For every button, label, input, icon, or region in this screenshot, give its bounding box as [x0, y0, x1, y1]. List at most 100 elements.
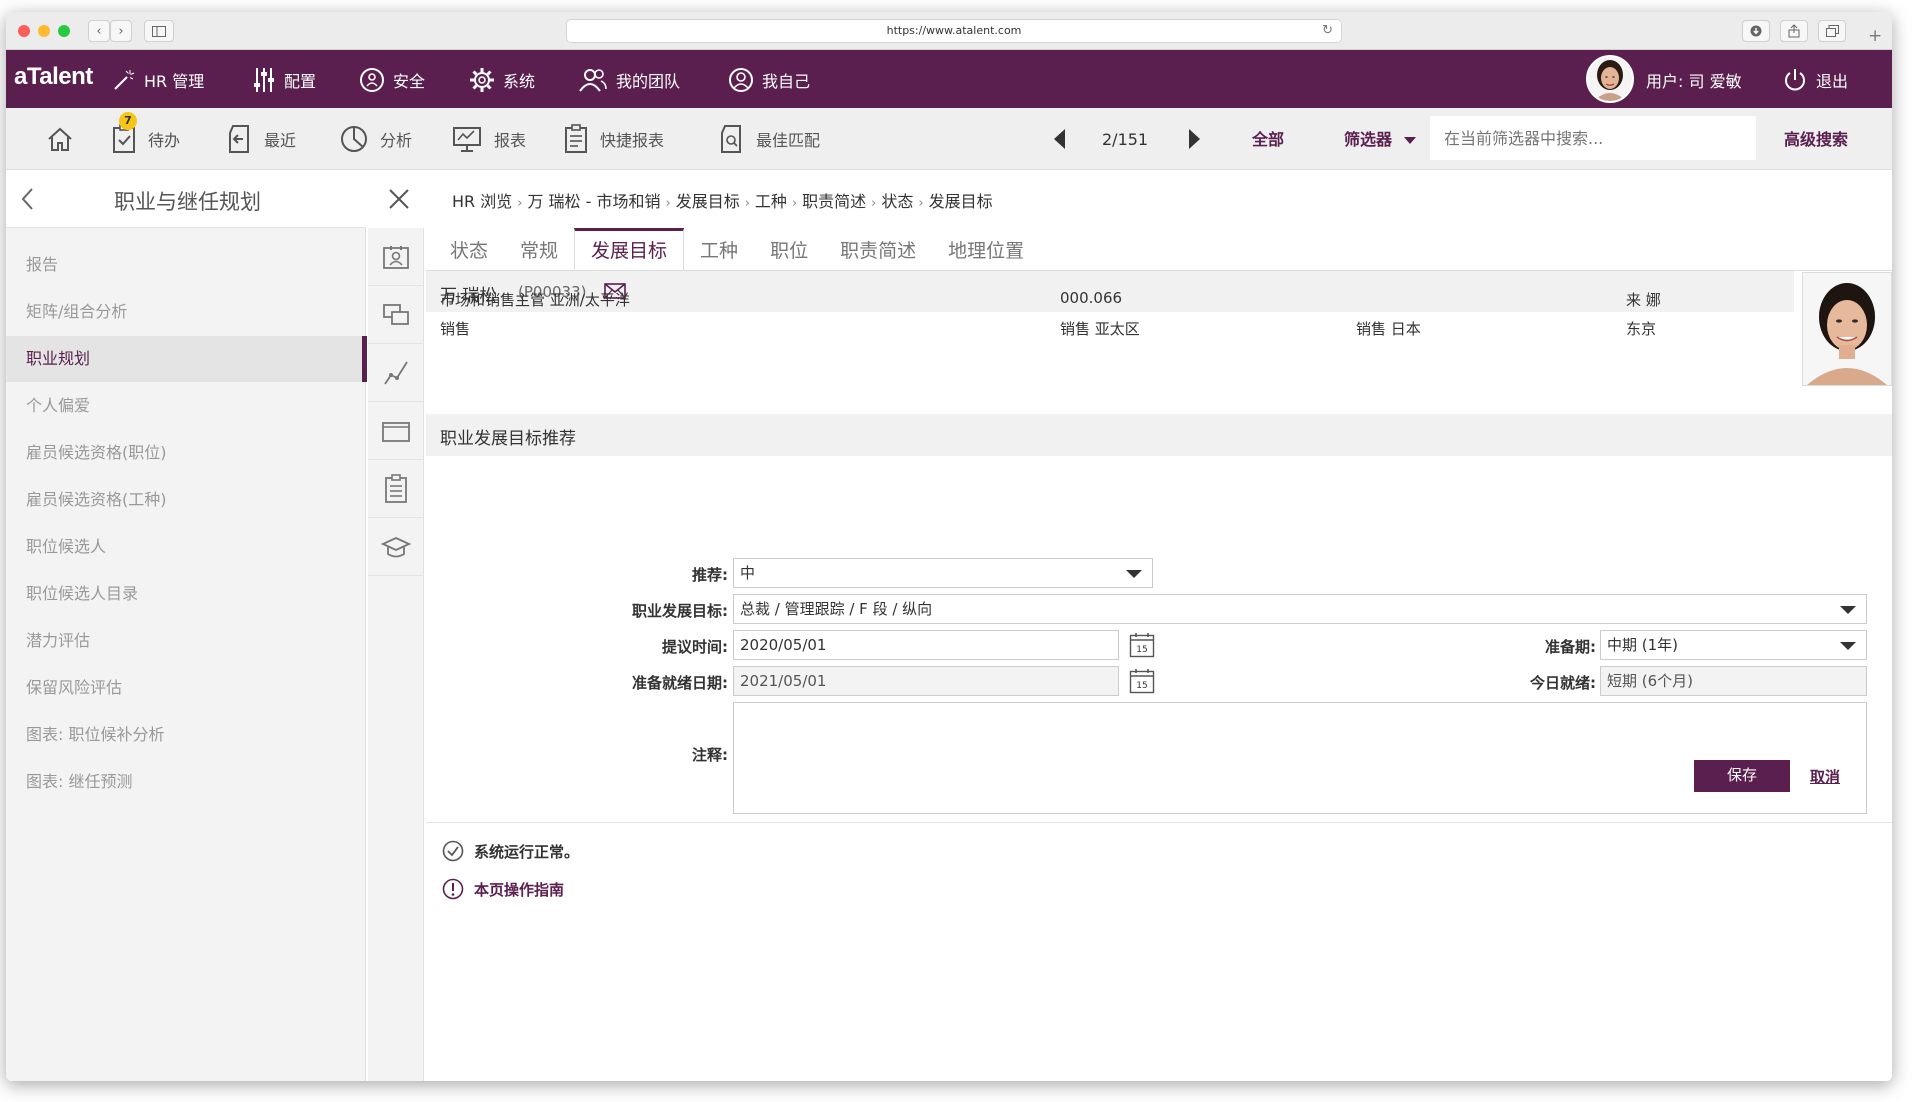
breadcrumb-item[interactable]: 发展目标: [676, 192, 740, 211]
reports-button[interactable]: 报表: [452, 124, 526, 154]
best-match-button[interactable]: 最佳匹配: [718, 124, 820, 154]
previous-record-button[interactable]: [1052, 124, 1078, 154]
forward-icon[interactable]: ›: [110, 20, 132, 42]
calendar-day-label: 15: [1136, 645, 1147, 655]
chevron-down-icon: [1840, 642, 1856, 650]
career-goal-select[interactable]: 总裁 / 管理跟踪 / F 段 / 纵向: [733, 594, 1867, 624]
tab[interactable]: 状态: [434, 228, 504, 270]
notes-textarea[interactable]: [733, 702, 1867, 814]
minimize-window-button[interactable]: [38, 25, 50, 37]
breadcrumb-item[interactable]: 职责简述: [802, 192, 866, 211]
magic-wand-icon: [114, 70, 135, 90]
save-button[interactable]: 保存: [1694, 760, 1790, 792]
breadcrumb-item[interactable]: 发展目标: [929, 192, 993, 211]
calendar-icon[interactable]: 15: [1129, 632, 1155, 658]
gear-icon: [470, 68, 494, 92]
clipboard-list-icon[interactable]: [368, 460, 424, 518]
breadcrumb-item[interactable]: 状态: [881, 192, 913, 211]
nav-label: HR 管理: [144, 72, 205, 91]
calendar-day-label: 15: [1136, 681, 1147, 691]
back-icon[interactable]: ‹: [88, 20, 110, 42]
breadcrumb-separator-icon: ›: [517, 196, 523, 211]
chevron-left-icon[interactable]: [20, 186, 36, 216]
app-logo[interactable]: aTalent: [14, 63, 93, 91]
breadcrumb-item[interactable]: HR 浏览: [452, 192, 512, 211]
close-window-button[interactable]: [18, 25, 30, 37]
all-records-link[interactable]: 全部: [1252, 126, 1284, 150]
tabs-icon[interactable]: [1818, 20, 1846, 42]
sidebar-item[interactable]: 职位候选人目录: [6, 571, 366, 617]
main-content: HR 浏览 › 万 瑞松 - 市场和销 › 发展目标 › 工种 › 职责简述 › 状态 › 发展目标 状…: [426, 170, 1892, 1081]
sidebar-item[interactable]: 图表: 继任预测: [6, 759, 366, 805]
security-badge-icon: [360, 68, 384, 92]
nav-config[interactable]: 配置: [252, 66, 316, 94]
reload-icon[interactable]: ↻: [1322, 20, 1333, 42]
sidebar-item[interactable]: 职业规划: [6, 336, 366, 382]
filter-search-input[interactable]: [1430, 116, 1756, 160]
sidebar-toggle-icon[interactable]: [144, 20, 174, 42]
chevron-down-icon: [1126, 570, 1142, 578]
breadcrumb-item[interactable]: 工种: [755, 192, 787, 211]
breadcrumb-item[interactable]: 万 瑞松 - 市场和销: [527, 192, 660, 211]
cancel-link[interactable]: 取消: [1810, 766, 1840, 787]
trend-line-icon[interactable]: [368, 344, 424, 402]
tab[interactable]: 职责简述: [824, 228, 932, 270]
sidebar-item[interactable]: 矩阵/组合分析: [6, 289, 366, 335]
filter-dropdown[interactable]: 筛选器: [1344, 126, 1416, 150]
sidebar-item[interactable]: 个人偏爱: [6, 383, 366, 429]
clipboard-icon: [565, 124, 587, 153]
breadcrumb-separator-icon: ›: [871, 196, 877, 211]
nav-hr-management[interactable]: HR 管理: [112, 66, 204, 94]
advanced-search-link[interactable]: 高级搜索: [1784, 126, 1848, 150]
chat-bubbles-icon[interactable]: [368, 286, 424, 344]
maximize-window-button[interactable]: [58, 25, 70, 37]
next-record-button[interactable]: [1188, 124, 1214, 154]
breadcrumb-separator-icon: ›: [791, 196, 798, 211]
share-icon[interactable]: [1780, 20, 1808, 42]
analysis-label: 分析: [380, 131, 413, 150]
recommend-select[interactable]: 中: [733, 558, 1153, 588]
logout-button[interactable]: 退出: [1782, 66, 1848, 94]
folder-icon[interactable]: [368, 402, 424, 460]
tab[interactable]: 常规: [504, 228, 574, 270]
recommend-label: 推荐:: [692, 566, 728, 584]
proposed-date-input[interactable]: 2020/05/01: [733, 630, 1119, 660]
tab[interactable]: 职位: [754, 228, 824, 270]
sidebar-item[interactable]: 雇员候选资格(职位): [6, 430, 366, 476]
nav-label: 安全: [393, 72, 426, 91]
sidebar-item[interactable]: 职位候选人: [6, 524, 366, 570]
quick-reports-button[interactable]: 快捷报表: [564, 124, 664, 154]
user-avatar[interactable]: [1586, 55, 1634, 103]
sidebar-item[interactable]: 保留风险评估: [6, 665, 366, 711]
nav-system[interactable]: 系统: [469, 66, 535, 94]
ready-date-input[interactable]: 2021/05/01: [733, 666, 1119, 696]
page-guide-text: 本页操作指南: [474, 880, 565, 899]
download-icon[interactable]: [1742, 20, 1770, 42]
page-guide-link[interactable]: 本页操作指南: [442, 878, 564, 900]
nav-label: 系统: [503, 72, 536, 91]
nav-myself[interactable]: 我自己: [728, 66, 810, 94]
quick-reports-label: 快捷报表: [600, 131, 665, 150]
prep-period-select[interactable]: 中期 (1年): [1600, 630, 1867, 660]
sidebar-item[interactable]: 图表: 职位候补分析: [6, 712, 366, 758]
calendar-icon[interactable]: 15: [1129, 668, 1155, 694]
close-panel-button[interactable]: [388, 188, 410, 214]
url-bar[interactable]: https://www.atalent.com ↻: [566, 19, 1342, 43]
nav-security[interactable]: 安全: [359, 66, 425, 94]
sidebar-item[interactable]: 雇员候选资格(工种): [6, 477, 366, 523]
new-tab-icon[interactable]: +: [1868, 26, 1888, 46]
tab[interactable]: 工种: [684, 228, 754, 270]
home-button[interactable]: [46, 124, 86, 154]
home-icon: [48, 127, 72, 151]
sidebar-header: 职业与继任规划: [6, 170, 409, 228]
contact-card-icon[interactable]: [368, 228, 424, 286]
tab[interactable]: 地理位置: [932, 228, 1040, 270]
analysis-button[interactable]: 分析: [340, 124, 412, 154]
tab[interactable]: 发展目标: [574, 228, 685, 270]
sidebar-item[interactable]: 潜力评估: [6, 618, 366, 664]
graduation-cap-icon[interactable]: [368, 518, 424, 576]
sidebar-item[interactable]: 报告: [6, 242, 366, 288]
recent-button[interactable]: 最近: [226, 124, 296, 154]
employee-department: 销售: [440, 320, 471, 338]
nav-my-team[interactable]: 我的团队: [578, 66, 680, 94]
